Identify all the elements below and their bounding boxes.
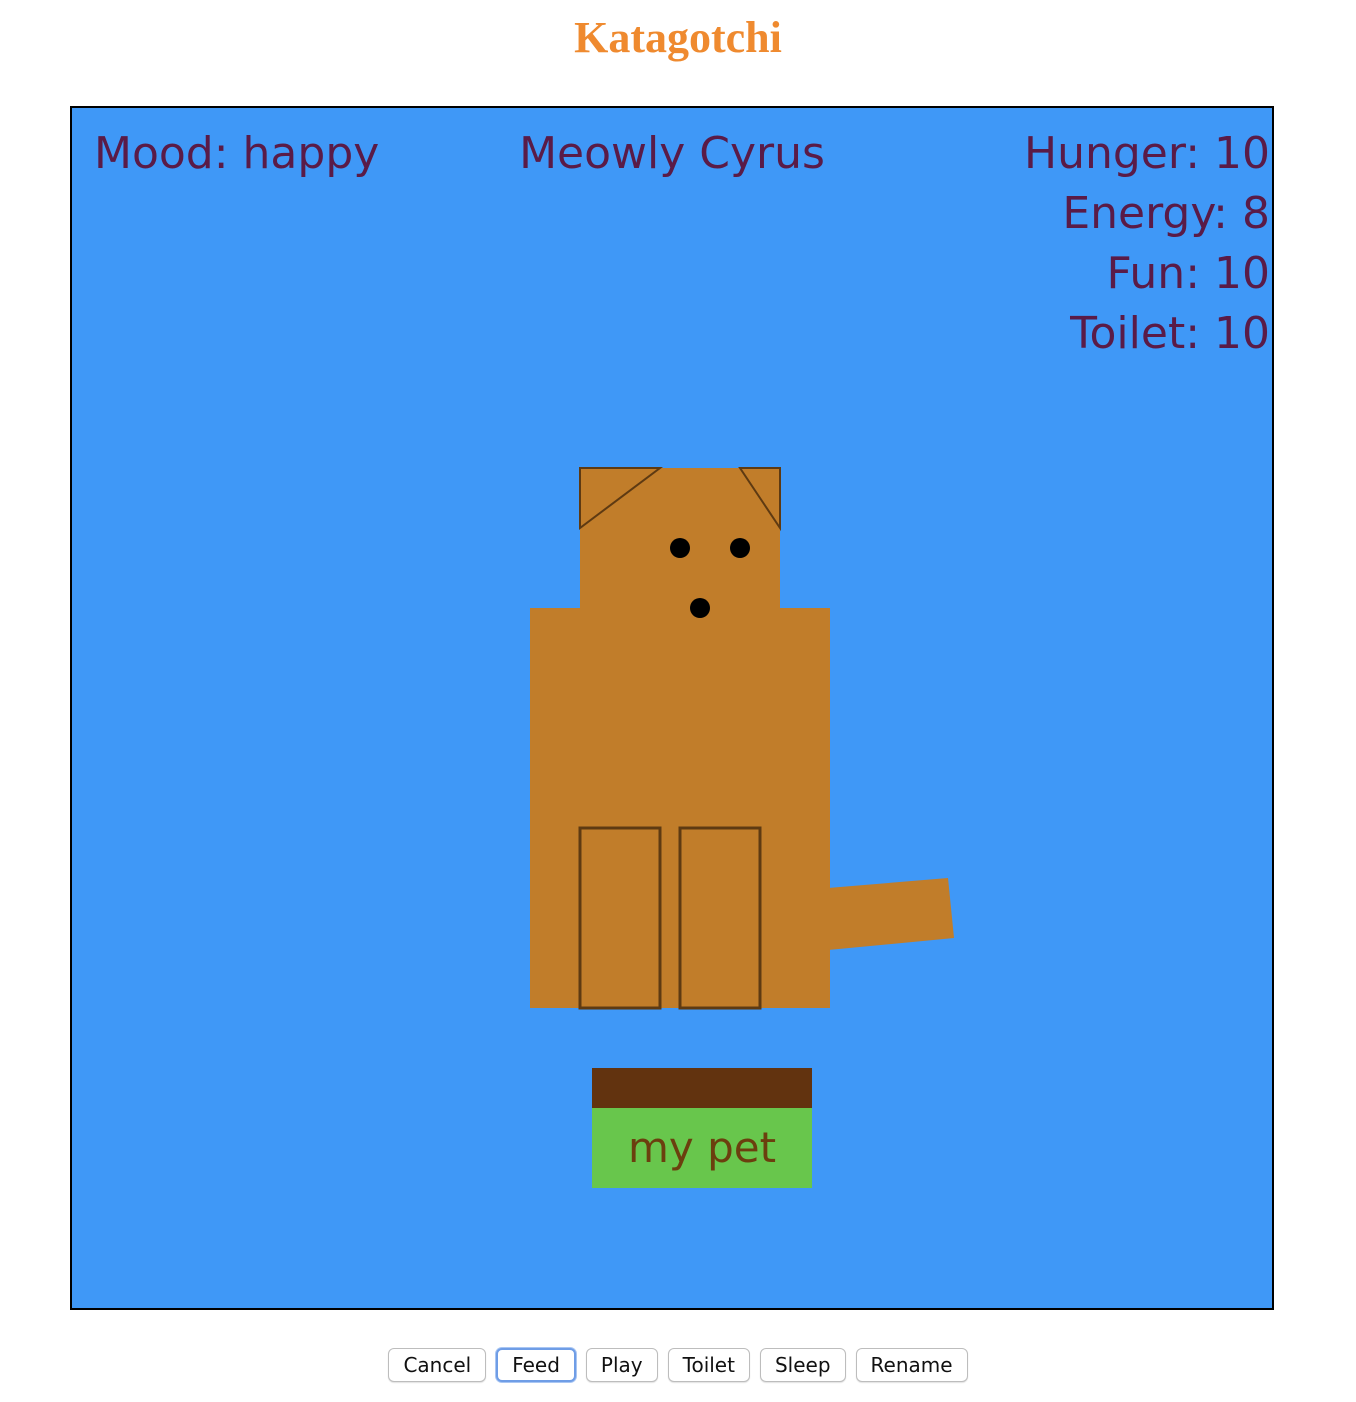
cancel-button[interactable]: Cancel xyxy=(388,1348,487,1382)
cat-left-eye xyxy=(670,538,690,558)
cat-nose xyxy=(690,598,710,618)
rename-button[interactable]: Rename xyxy=(855,1348,968,1382)
cat-tail xyxy=(828,878,954,950)
play-button[interactable]: Play xyxy=(585,1348,658,1382)
page-title: Katagotchi xyxy=(574,13,782,62)
sleep-button[interactable]: Sleep xyxy=(759,1348,846,1382)
name-plate-label: my pet xyxy=(592,1108,812,1188)
game-canvas[interactable]: Mood: happy Meowly Cyrus Hunger: 10 Ener… xyxy=(70,106,1274,1310)
name-plate: my pet xyxy=(592,1068,812,1188)
name-plate-bar xyxy=(592,1068,812,1108)
cat-figure xyxy=(530,467,954,1010)
feed-button[interactable]: Feed xyxy=(496,1348,576,1382)
cat-right-eye xyxy=(730,538,750,558)
action-buttons: Cancel Feed Play Toilet Sleep Rename xyxy=(0,1348,1356,1382)
toilet-button[interactable]: Toilet xyxy=(667,1348,750,1382)
